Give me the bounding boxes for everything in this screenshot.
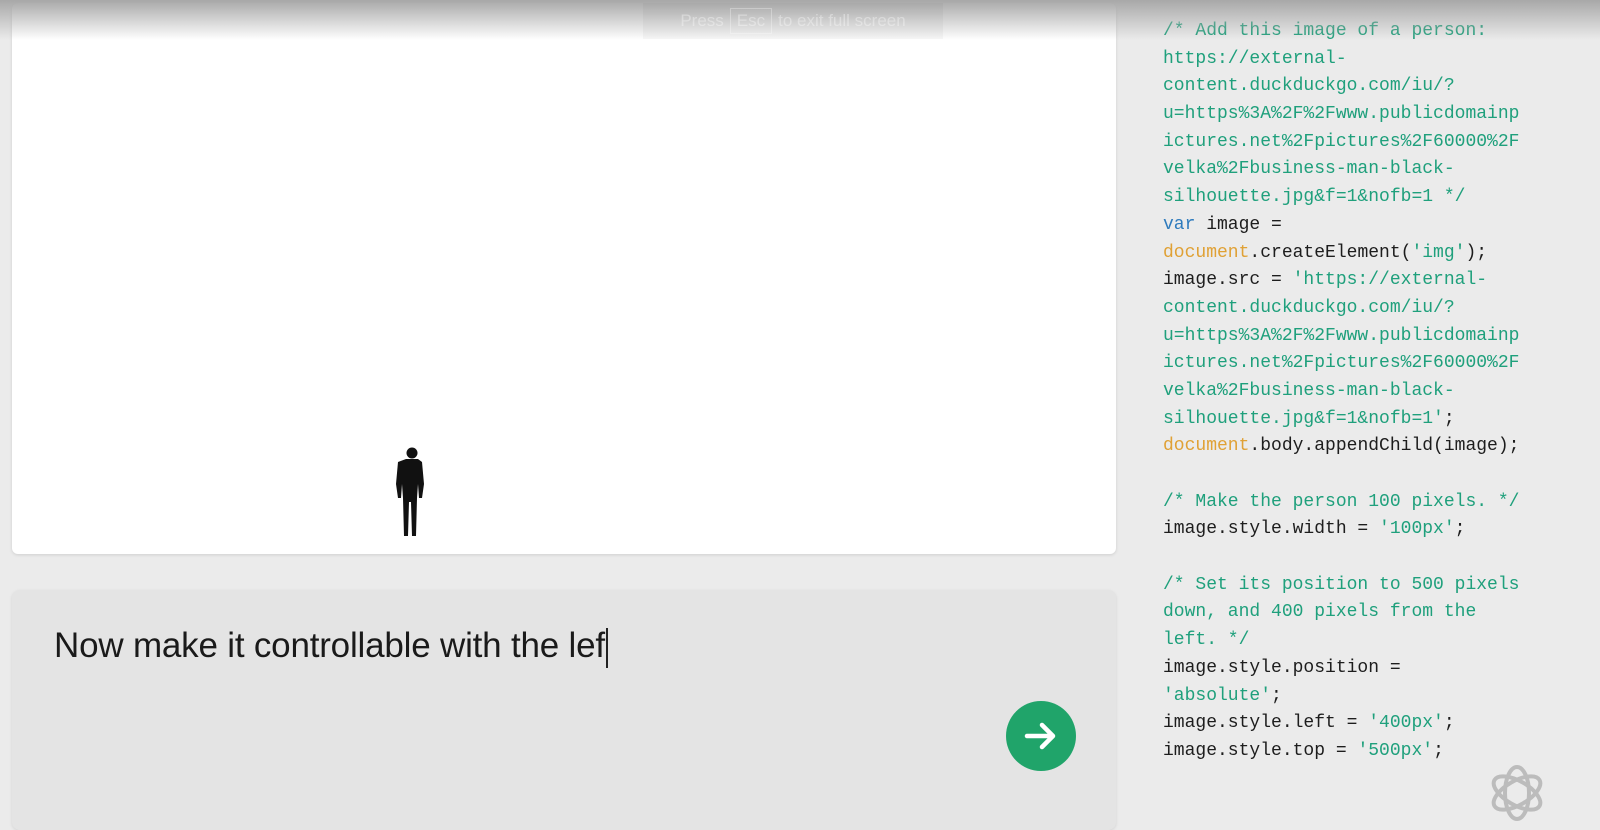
- code-token-string: 'https://external-: [1292, 270, 1488, 291]
- output-canvas: [12, 3, 1116, 554]
- code-token-plain: image.style.top =: [1163, 740, 1358, 761]
- code-token-string: silhouette.jpg&f=1&nofb=1': [1163, 408, 1444, 429]
- code-token-global: document: [1163, 242, 1250, 263]
- code-token-string: content.duckduckgo.com/iu/?: [1163, 297, 1455, 318]
- code-line: down, and 400 pixels from the: [1163, 599, 1519, 627]
- code-line: document.body.appendChild(image);: [1163, 433, 1519, 461]
- code-line: 'absolute';: [1163, 683, 1519, 711]
- code-line: /* Set its position to 500 pixels: [1163, 572, 1519, 600]
- code-token-string: '500px': [1357, 740, 1434, 761]
- prompt-input-value: Now make it controllable with the lef: [54, 626, 605, 665]
- code-token-plain: );: [1465, 242, 1488, 263]
- send-button[interactable]: [1006, 701, 1076, 771]
- esc-hint-before: Press: [680, 11, 724, 30]
- code-token-string: '100px': [1379, 519, 1455, 540]
- code-line: velka%2Fbusiness-man-black-: [1163, 156, 1519, 184]
- code-token-plain: image.style.width =: [1163, 519, 1380, 540]
- openai-logo-icon: [1491, 765, 1543, 821]
- prompt-input-panel[interactable]: Now make it controllable with the lef: [12, 590, 1116, 830]
- code-line: https://external-: [1163, 46, 1519, 74]
- code-token-plain: ;: [1433, 740, 1444, 761]
- code-line: ictures.net%2Fpictures%2F60000%2F: [1163, 129, 1519, 157]
- code-line: velka%2Fbusiness-man-black-: [1163, 378, 1519, 406]
- code-token-string: ictures.net%2Fpictures%2F60000%2F: [1163, 353, 1520, 374]
- code-token-comment: left. */: [1163, 630, 1250, 651]
- code-token-comment: ictures.net%2Fpictures%2F60000%2F: [1163, 131, 1520, 152]
- code-line: image.style.position =: [1163, 655, 1519, 683]
- code-line: image.src = 'https://external-: [1163, 267, 1519, 295]
- code-line: u=https%3A%2F%2Fwww.publicdomainp: [1163, 323, 1519, 351]
- code-line: u=https%3A%2F%2Fwww.publicdomainp: [1163, 101, 1519, 129]
- code-line: ictures.net%2Fpictures%2F60000%2F: [1163, 350, 1519, 378]
- code-token-comment: /* Add this image of a person:: [1163, 21, 1488, 41]
- code-line: /* Add this image of a person:: [1163, 18, 1519, 46]
- code-line: image.style.left = '400px';: [1163, 710, 1519, 738]
- generated-code-panel: /* Add this image of a person: https://ex…: [1163, 18, 1519, 766]
- code-token-comment: content.duckduckgo.com/iu/?: [1163, 76, 1455, 97]
- code-token-plain: image.style.position =: [1163, 657, 1401, 678]
- code-token-string: 'img': [1411, 242, 1466, 263]
- code-token-plain: .body.appendChild(image);: [1249, 436, 1520, 457]
- code-token-plain: ;: [1443, 713, 1455, 734]
- code-token-string: '400px': [1368, 713, 1444, 734]
- code-token-plain: .createElement(: [1249, 242, 1412, 263]
- code-line: left. */: [1163, 627, 1519, 655]
- code-token-string: velka%2Fbusiness-man-black-: [1163, 380, 1455, 401]
- fullscreen-exit-hint: Press Esc to exit full screen: [643, 3, 943, 39]
- code-line: content.duckduckgo.com/iu/?: [1163, 73, 1519, 101]
- code-token-comment: silhouette.jpg&f=1&nofb=1 */: [1163, 187, 1466, 208]
- code-token-plain: image.src =: [1163, 270, 1293, 291]
- esc-key: Esc: [729, 8, 773, 34]
- person-silhouette-image: [396, 447, 424, 536]
- code-token-plain: image =: [1195, 214, 1282, 235]
- code-token-plain: ;: [1454, 519, 1466, 540]
- code-token-comment: /* Make the person 100 pixels. */: [1163, 491, 1520, 512]
- code-line: silhouette.jpg&f=1&nofb=1';: [1163, 406, 1519, 434]
- esc-hint-after: to exit full screen: [778, 11, 906, 30]
- code-line: image.style.top = '500px';: [1163, 738, 1519, 766]
- arrow-right-icon: [1024, 722, 1056, 750]
- code-token-keyword: var: [1163, 214, 1196, 235]
- code-token-plain: ;: [1443, 408, 1455, 429]
- code-token-comment: https://external-: [1163, 48, 1347, 69]
- code-token-plain: ;: [1271, 685, 1282, 706]
- code-token-comment: down, and 400 pixels from the: [1163, 602, 1477, 623]
- code-token-comment: u=https%3A%2F%2Fwww.publicdomainp: [1163, 104, 1520, 125]
- code-line: content.duckduckgo.com/iu/?: [1163, 295, 1519, 323]
- code-line: var image =: [1163, 212, 1519, 240]
- text-caret: [605, 627, 608, 668]
- code-token-comment: /* Set its position to 500 pixels: [1163, 574, 1520, 595]
- code-token-string: u=https%3A%2F%2Fwww.publicdomainp: [1163, 325, 1520, 346]
- code-token-plain: image.style.left =: [1163, 713, 1369, 734]
- code-line: /* Make the person 100 pixels. */: [1163, 489, 1519, 517]
- code-line: silhouette.jpg&f=1&nofb=1 */: [1163, 184, 1519, 212]
- prompt-input[interactable]: Now make it controllable with the lef: [54, 626, 608, 668]
- code-token-comment: velka%2Fbusiness-man-black-: [1163, 159, 1455, 180]
- code-line: image.style.width = '100px';: [1163, 516, 1519, 544]
- code-line: document.createElement('img');: [1163, 240, 1519, 268]
- code-token-string: 'absolute': [1163, 685, 1272, 706]
- code-token-global: document: [1163, 436, 1250, 457]
